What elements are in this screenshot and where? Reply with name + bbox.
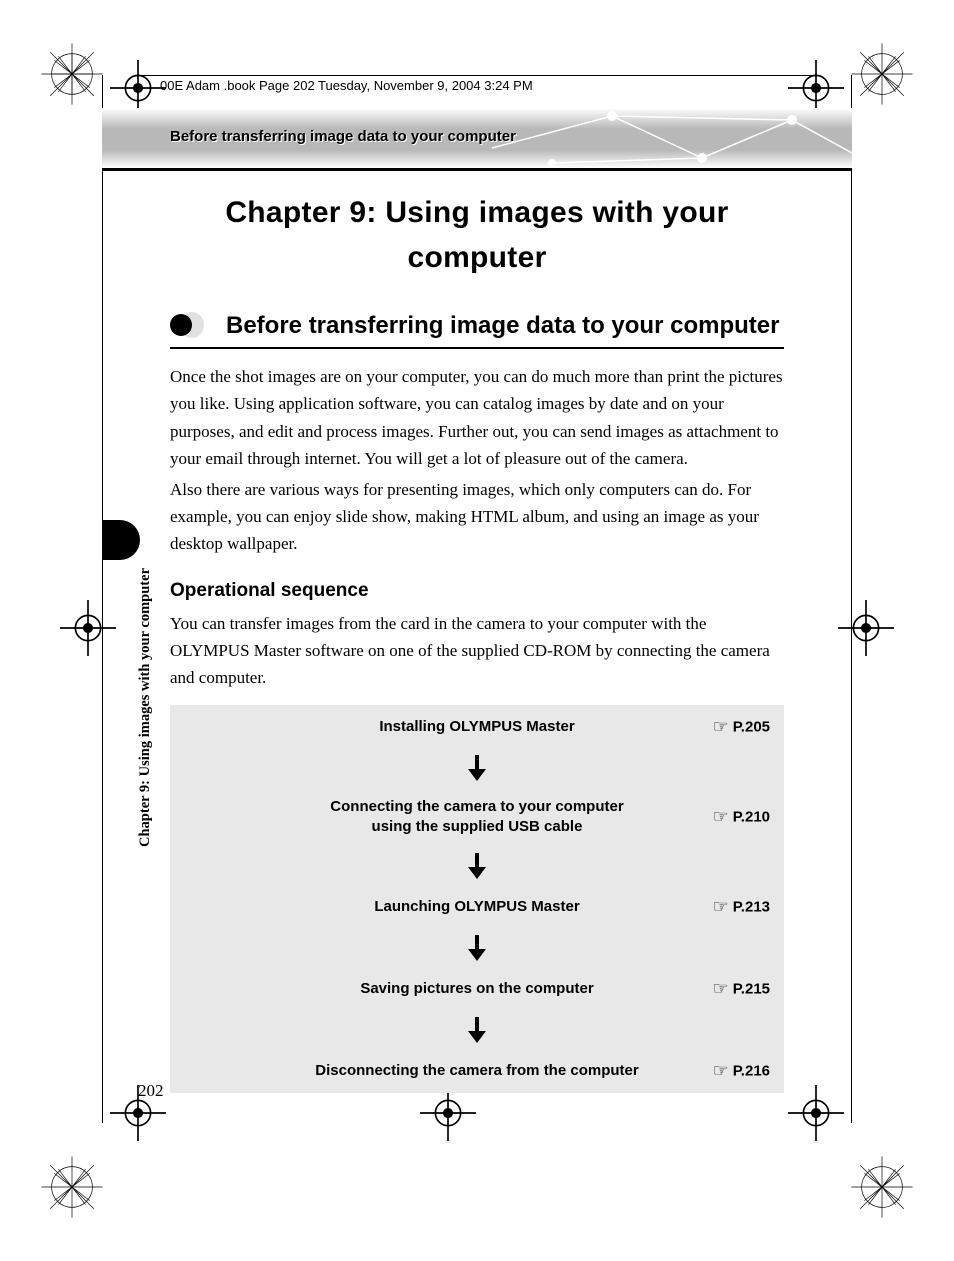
body-paragraph: You can transfer images from the card in…	[170, 610, 784, 692]
step-label: Saving pictures on the computer	[360, 979, 593, 999]
registration-mark-icon	[38, 40, 106, 108]
page-ref-text: P.213	[733, 899, 770, 916]
section-bullet-icon	[170, 314, 192, 336]
sequence-step: Disconnecting the camera from the comput…	[170, 1049, 784, 1093]
step-label: Launching OLYMPUS Master	[374, 897, 579, 917]
subheading: Operational sequence	[170, 580, 784, 602]
frame-line	[102, 75, 103, 1123]
sequence-step: Connecting the camera to your computer u…	[170, 787, 784, 847]
step-label: Connecting the camera to your computer u…	[330, 797, 623, 838]
thumb-tab	[102, 520, 140, 560]
pointer-icon: ☞	[713, 897, 729, 918]
crop-mark-icon	[60, 600, 116, 656]
header-band: Before transferring image data to your c…	[102, 108, 852, 168]
registration-mark-icon	[38, 1153, 106, 1221]
sequence-step: Launching OLYMPUS Master ☞ P.213	[170, 885, 784, 929]
step-label: Disconnecting the camera from the comput…	[315, 1061, 638, 1081]
side-chapter-label: Chapter 9: Using images with your comput…	[138, 568, 153, 847]
body-paragraph: Once the shot images are on your compute…	[170, 363, 784, 472]
step-label: Installing OLYMPUS Master	[379, 717, 574, 737]
sequence-diagram: Installing OLYMPUS Master ☞ P.205 Connec…	[170, 705, 784, 1093]
sequence-step: Saving pictures on the computer ☞ P.215	[170, 967, 784, 1011]
page-reference: ☞ P.205	[713, 717, 770, 738]
page-ref-text: P.205	[733, 719, 770, 736]
pointer-icon: ☞	[713, 717, 729, 738]
page-reference: ☞ P.216	[713, 1061, 770, 1082]
header-network-icon	[492, 108, 852, 168]
pointer-icon: ☞	[713, 1061, 729, 1082]
sequence-arrow	[170, 749, 784, 787]
sequence-step: Installing OLYMPUS Master ☞ P.205	[170, 705, 784, 749]
page-content: Chapter 9: Using images with your comput…	[170, 190, 784, 1093]
crop-mark-icon	[420, 1085, 476, 1141]
header-rule	[102, 168, 852, 171]
page-ref-text: P.216	[733, 1063, 770, 1080]
pointer-icon: ☞	[713, 979, 729, 1000]
sequence-arrow	[170, 929, 784, 967]
page-ref-text: P.215	[733, 981, 770, 998]
frame-line	[136, 75, 818, 76]
chapter-title: Chapter 9: Using images with your comput…	[170, 190, 784, 280]
page-reference: ☞ P.213	[713, 897, 770, 918]
crop-mark-icon	[838, 600, 894, 656]
registration-mark-icon	[848, 40, 916, 108]
section-title: Before transferring image data to your c…	[226, 310, 779, 341]
sequence-arrow	[170, 1011, 784, 1049]
running-header: Before transferring image data to your c…	[170, 128, 516, 145]
sequence-arrow	[170, 847, 784, 885]
page-reference: ☞ P.215	[713, 979, 770, 1000]
frame-line	[851, 75, 852, 1123]
page-ref-text: P.210	[733, 809, 770, 826]
crop-mark-icon	[788, 1085, 844, 1141]
section-heading: Before transferring image data to your c…	[170, 310, 784, 349]
page-number: 202	[138, 1081, 164, 1101]
document-meta: 00E Adam .book Page 202 Tuesday, Novembe…	[160, 78, 533, 93]
registration-mark-icon	[848, 1153, 916, 1221]
page-reference: ☞ P.210	[713, 807, 770, 828]
pointer-icon: ☞	[713, 807, 729, 828]
body-paragraph: Also there are various ways for presenti…	[170, 476, 784, 558]
